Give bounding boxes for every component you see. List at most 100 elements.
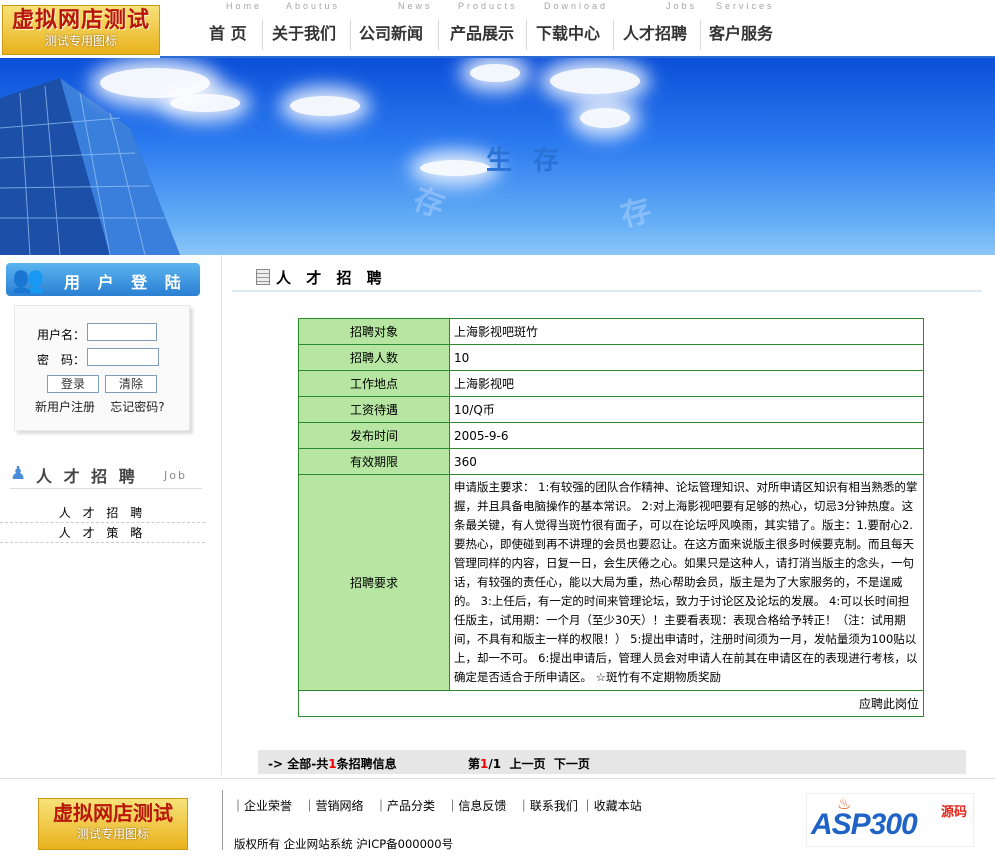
row-key: 工资待遇 [298,396,450,423]
next-page-link[interactable]: 下一页 [554,757,590,771]
footer-logo-title: 虚拟网店测试 [53,801,173,825]
forgot-password-link[interactable]: 忘记密码? [110,400,164,414]
copyright-text: 版权所有 企业网站系统 沪ICP备000000号 [234,837,454,851]
header: 虚拟网店测试 测试专用图标 Home Aboutus News Products… [0,0,995,58]
row-key: 招聘对象 [298,318,450,345]
footer-link-honor[interactable]: 企业荣誉 [244,799,292,813]
nav-products[interactable]: 产品展示 [450,14,514,54]
total-suffix: 条招聘信息 [336,757,397,771]
logo-title: 虚拟网店测试 [11,7,150,33]
apply-link[interactable]: 应聘此岗位 [859,697,919,711]
cloud [580,108,630,128]
login-form: 用户名： 密 码： 登录 清除 新用户注册 忘记密码? [14,305,190,431]
total-pages: /1 [488,757,502,771]
banner: 存 存 生 存 [0,58,995,255]
table-row: 招聘对象 上海影视吧斑竹 [298,318,924,345]
users-icon: 👥 [12,265,45,295]
nav-news[interactable]: 公司新闻 [359,14,423,54]
footer-link-feedback[interactable]: 信息反馈 [458,799,506,813]
nav-en-services: Services [716,1,775,11]
requirements-text: 申请版主要求： 1:有较强的团队合作精神、论坛管理知识、对所申请区知识有相当熟悉… [449,474,924,691]
row-key: 有效期限 [298,448,450,475]
row-value: 上海影视吧 [449,370,924,397]
footer-logo: 虚拟网店测试 测试专用图标 [38,798,188,850]
password-label: 密 码： [37,353,86,367]
page-prefix: 第 [468,757,481,771]
nav-divider [700,20,701,50]
page-nav: 第1/1 上一页 下一页 [468,755,590,772]
footer-vertical-divider [222,790,223,850]
row-value: 2005-9-6 [449,422,924,449]
banner-watermark: 存 [616,192,655,235]
table-row: 发布时间 2005-9-6 [298,422,924,449]
account-links: 新用户注册 忘记密码? [35,398,165,415]
row-key: 工作地点 [298,370,450,397]
banner-watermark: 存 [408,181,449,225]
register-link[interactable]: 新用户注册 [35,400,95,414]
footer-divider [0,778,995,779]
nav-divider [526,20,527,50]
login-panel-title: 👥 用 户 登 陆 [6,263,200,296]
username-label: 用户名： [37,328,86,342]
nav-about[interactable]: 关于我们 [272,14,336,54]
nav-en-aboutus: Aboutus [286,1,341,11]
table-row: 工资待遇 10/Q币 [298,396,924,423]
row-key: 发布时间 [298,422,450,449]
footer-links: ｜企业荣誉 ｜营销网络 ｜产品分类 ｜信息反馈 ｜联系我们 ｜收藏本站 [232,799,642,813]
cloud [470,64,520,82]
footer-link-bookmark[interactable]: 收藏本站 [594,799,642,813]
username-row: 用户名： [37,323,157,343]
row-value: 10/Q币 [449,396,924,423]
sidebar: 👥 用 户 登 陆 用户名： 密 码： 登录 清除 新用户注册 忘记密码? ♟ … [0,255,222,775]
pagination-bar: -> 全部-共1条招聘信息 第1/1 上一页 下一页 [258,750,966,774]
nav-en-news: News [398,1,433,11]
jobs-section-label: 人 才 招 聘 [36,467,138,486]
nav-en-home: Home [226,1,263,11]
apply-cell: 应聘此岗位 [298,690,924,717]
sidebar-link-recruitment[interactable]: 人 才 招 聘 [0,503,205,523]
row-value: 上海影视吧斑竹 [449,318,924,345]
table-row: 招聘要求 申请版主要求： 1:有较强的团队合作精神、论坛管理知识、对所申请区知识… [298,474,924,691]
nav-en-jobs: Jobs [666,1,698,11]
footer-link-contact[interactable]: 联系我们 [530,799,578,813]
sidebar-link-strategy[interactable]: 人 才 策 略 [0,523,205,543]
username-input[interactable] [87,323,157,341]
banner-slogan: 生 存 [486,146,566,176]
jobs-section-label-en: Job [164,469,187,482]
person-icon: ♟ [10,463,27,484]
password-input[interactable] [87,348,159,366]
login-title-text: 用 户 登 陆 [64,273,187,292]
footer-link-categories[interactable]: 产品分类 [387,799,435,813]
total-number: 1 [328,757,337,771]
nav-jobs[interactable]: 人才招聘 [623,14,687,54]
nav-services[interactable]: 客户服务 [709,14,773,54]
nav-divider [350,20,351,50]
row-key: 招聘要求 [298,474,450,691]
cloud [420,160,490,176]
cloud [290,96,360,116]
asp300-logo-text: ASP300 [811,808,918,841]
nav-home[interactable]: 首 页 [209,14,247,54]
footer-logo-subtitle: 测试专用图标 [76,827,149,841]
table-row: 有效期限 360 [298,448,924,475]
prev-page-link[interactable]: 上一页 [509,757,545,771]
nav-divider [262,20,263,50]
jobs-section-title: ♟ 人 才 招 聘 Job [10,463,202,489]
nav-divider [438,20,439,50]
cloud [550,68,640,94]
row-value: 10 [449,344,924,371]
nav-english-labels: Home Aboutus News Products Download Jobs… [160,0,995,13]
asp300-logo-cn: 源码 [941,805,968,820]
table-row: 工作地点 上海影视吧 [298,370,924,397]
nav-download[interactable]: 下载中心 [536,14,600,54]
footer-link-network[interactable]: 营销网络 [315,799,363,813]
site-logo[interactable]: 虚拟网店测试 测试专用图标 [2,5,160,55]
clear-button[interactable]: 清除 [105,375,157,393]
total-prefix: -> 全部-共 [268,757,329,771]
cloud [170,94,240,112]
asp300-logo[interactable]: ♨ ASP300 源码 [806,793,974,847]
password-row: 密 码： [37,348,159,368]
logo-subtitle: 测试专用图标 [44,34,117,48]
table-row: 应聘此岗位 [298,690,924,717]
login-button[interactable]: 登录 [47,375,99,393]
